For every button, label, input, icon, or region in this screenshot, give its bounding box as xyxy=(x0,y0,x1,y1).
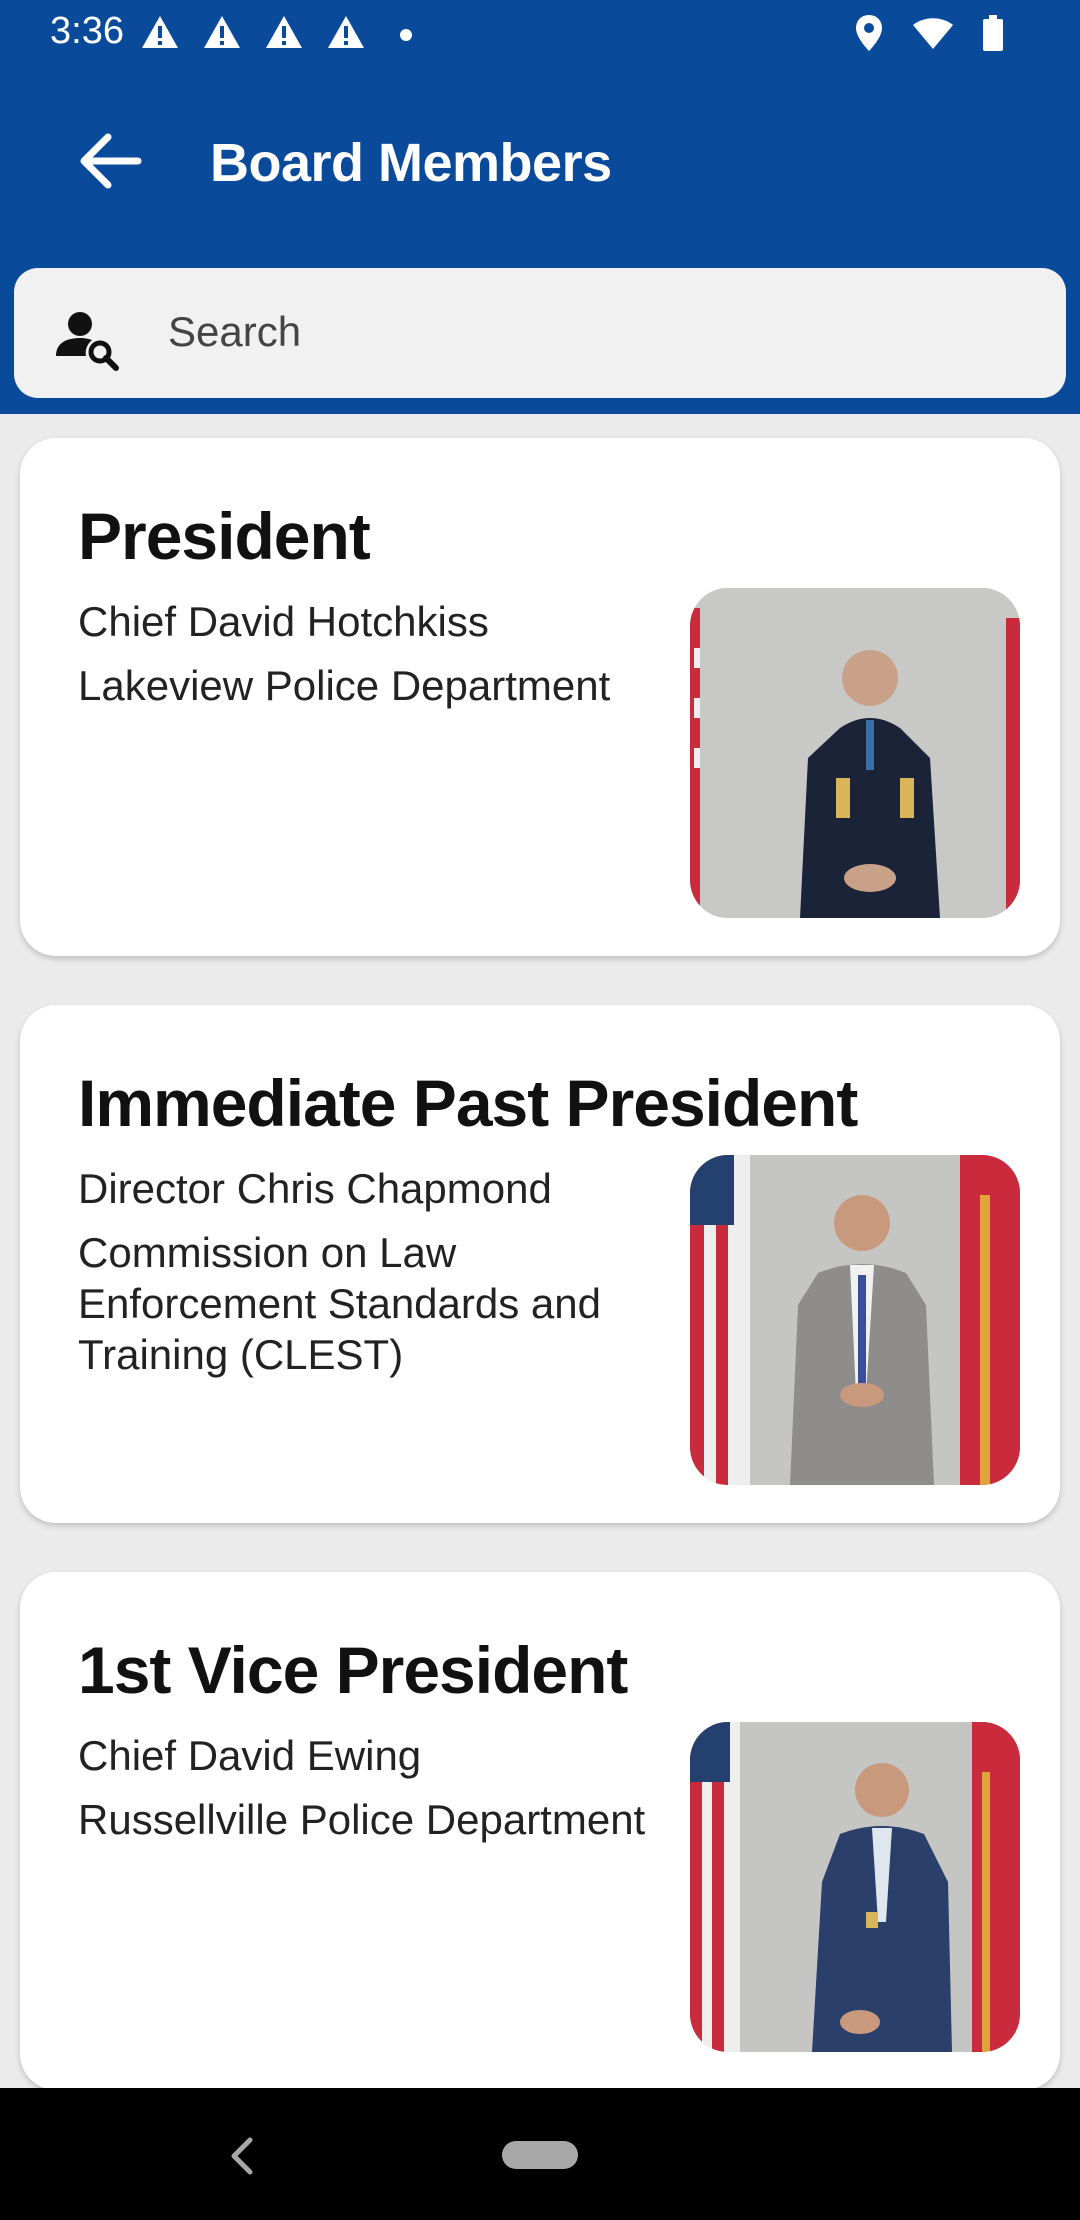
page-title: Board Members xyxy=(210,133,612,193)
member-position: President xyxy=(78,499,371,573)
member-card-immediate-past-president[interactable]: Immediate Past President Director Chris … xyxy=(20,1005,1060,1523)
search-bar[interactable] xyxy=(14,268,1066,398)
member-department: Lakeview Police Department xyxy=(78,662,611,709)
battery-icon xyxy=(982,15,1004,56)
wifi-icon xyxy=(912,16,954,55)
member-position: Immediate Past President xyxy=(78,1066,858,1140)
nav-back-icon[interactable] xyxy=(222,2132,262,2180)
member-photo xyxy=(690,588,1020,918)
status-bar: 3:36 xyxy=(0,0,1080,66)
warning-icon xyxy=(140,14,180,50)
person-search-icon xyxy=(52,302,122,372)
warning-icon xyxy=(326,14,366,50)
warning-icon xyxy=(264,14,304,50)
member-department: Commission on Law Enforcement Standards … xyxy=(78,1229,601,1378)
warning-icon xyxy=(202,14,242,50)
system-nav-bar xyxy=(0,2088,1080,2220)
app-bar: Board Members xyxy=(0,66,1080,254)
member-details: Director Chris Chapmond Commission on La… xyxy=(78,1163,678,1380)
screen: 3:36 Board Members Search President Chie… xyxy=(0,0,1080,2220)
notification-dot-icon xyxy=(400,29,412,41)
member-details: Chief David Ewing Russellville Police De… xyxy=(78,1730,678,1845)
status-notifications xyxy=(140,14,366,50)
back-button[interactable] xyxy=(70,126,150,196)
search-bar-container xyxy=(0,254,1080,414)
member-name: Director Chris Chapmond xyxy=(78,1165,552,1212)
member-card-president[interactable]: President Chief David Hotchkiss Lakeview… xyxy=(20,438,1060,956)
member-details: Chief David Hotchkiss Lakeview Police De… xyxy=(78,596,678,711)
status-system-icons xyxy=(854,14,1004,57)
status-time: 3:36 xyxy=(50,10,124,52)
member-name: Chief David Ewing xyxy=(78,1732,422,1779)
member-photo xyxy=(690,1155,1020,1485)
member-card-1st-vice-president[interactable]: 1st Vice President Chief David Ewing Rus… xyxy=(20,1572,1060,2090)
member-department: Russellville Police Department xyxy=(78,1796,646,1843)
nav-home-pill[interactable] xyxy=(502,2141,578,2169)
location-icon xyxy=(854,14,884,57)
member-photo xyxy=(690,1722,1020,2052)
search-input[interactable] xyxy=(168,296,1028,368)
member-position: 1st Vice President xyxy=(78,1633,628,1707)
member-name: Chief David Hotchkiss xyxy=(78,598,489,645)
arrow-back-icon xyxy=(80,133,142,189)
